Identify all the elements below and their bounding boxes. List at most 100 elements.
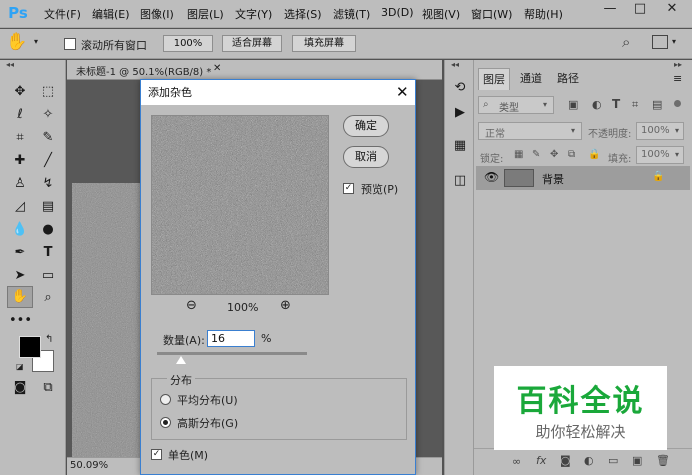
minimize-button[interactable]: — xyxy=(596,0,624,20)
visibility-eye-icon[interactable]: 👁 xyxy=(484,170,499,184)
lock-all-icon[interactable]: 🔒 xyxy=(588,149,600,160)
fit-screen-button[interactable]: 适合屏幕 xyxy=(222,35,282,52)
zoom-in-icon[interactable]: ⊕ xyxy=(280,298,291,313)
layer-row[interactable]: 👁 背景 🔒 xyxy=(476,166,690,190)
properties-panel-icon[interactable]: ▦ xyxy=(449,136,471,156)
layer-style-fx-icon[interactable]: fx xyxy=(536,454,546,467)
eraser-tool-icon[interactable]: ◿ xyxy=(9,197,31,217)
close-document-icon[interactable]: ✕ xyxy=(213,63,221,74)
default-colors-icon[interactable]: ◪ xyxy=(16,362,24,371)
panel-menu-icon[interactable]: ≡ xyxy=(673,72,682,85)
gaussian-radio[interactable] xyxy=(160,417,171,428)
clone-stamp-tool-icon[interactable]: ♙ xyxy=(9,174,31,194)
quick-mask-icon[interactable]: ◙ xyxy=(9,378,31,398)
new-layer-icon[interactable]: ▣ xyxy=(632,454,642,467)
maximize-button[interactable]: □ xyxy=(626,0,654,20)
menu-layer[interactable]: 图层(L) xyxy=(187,6,224,22)
filter-smart-object-icon[interactable]: ▤ xyxy=(652,98,662,111)
lock-artboard-icon[interactable]: ⧉ xyxy=(568,149,575,160)
pen-tool-icon[interactable]: ✒ xyxy=(9,243,31,263)
hand-tool-icon[interactable]: ✋ xyxy=(6,32,27,52)
tab-layers[interactable]: 图层 xyxy=(478,68,510,90)
amount-slider-track[interactable] xyxy=(157,352,307,355)
status-zoom[interactable]: 50.09% xyxy=(70,460,108,471)
adjustments-panel-icon[interactable]: ◫ xyxy=(449,171,471,191)
path-selection-tool-icon[interactable]: ➤ xyxy=(9,266,31,286)
blur-tool-icon[interactable]: 💧 xyxy=(9,220,31,240)
rectangle-tool-icon[interactable]: ▭ xyxy=(37,266,59,286)
noise-preview[interactable] xyxy=(151,115,329,295)
opacity-input[interactable]: 100% ▾ xyxy=(636,122,684,140)
move-tool-icon[interactable]: ✥ xyxy=(9,82,31,102)
collapse-tools-icon[interactable]: ◂◂ xyxy=(6,60,14,69)
zoom-100-button[interactable]: 100% xyxy=(163,35,213,52)
close-window-button[interactable]: ✕ xyxy=(658,0,686,20)
document-canvas[interactable] xyxy=(72,183,142,457)
menu-edit[interactable]: 编辑(E) xyxy=(92,6,130,22)
filter-adjustment-icon[interactable]: ◐ xyxy=(592,98,602,111)
layer-kind-filter[interactable]: ⌕ 类型 ▾ xyxy=(478,96,554,114)
menu-filter[interactable]: 滤镜(T) xyxy=(333,6,370,22)
menu-view[interactable]: 视图(V) xyxy=(422,6,460,22)
lasso-tool-icon[interactable]: ℓ xyxy=(9,105,31,125)
menu-type[interactable]: 文字(Y) xyxy=(235,6,272,22)
brush-tool-icon[interactable]: ╱ xyxy=(37,151,59,171)
link-layers-icon[interactable]: ∞ xyxy=(512,455,521,468)
screen-mode-icon[interactable]: ⧉ xyxy=(37,378,59,398)
lock-position-icon[interactable]: ✥ xyxy=(550,149,558,160)
magic-wand-tool-icon[interactable]: ✧ xyxy=(37,105,59,125)
fill-input[interactable]: 100% ▾ xyxy=(636,146,684,164)
more-tools-icon[interactable]: ••• xyxy=(9,311,32,331)
lock-transparent-icon[interactable]: ▦ xyxy=(514,149,523,160)
amount-slider-thumb[interactable] xyxy=(176,356,186,364)
blend-mode-select[interactable]: 正常 ▾ xyxy=(478,122,582,140)
lock-pixels-icon[interactable]: ✎ xyxy=(532,149,540,160)
tool-preset-dropdown-icon[interactable]: ▾ xyxy=(34,37,38,46)
delete-layer-icon[interactable]: 🗑 xyxy=(656,454,670,467)
gradient-tool-icon[interactable]: ▤ xyxy=(37,197,59,217)
filter-shape-icon[interactable]: ⌗ xyxy=(632,98,638,112)
workspace-icon[interactable] xyxy=(652,35,668,49)
zoom-out-icon[interactable]: ⊖ xyxy=(186,298,197,313)
menu-image[interactable]: 图像(I) xyxy=(140,6,174,22)
search-icon[interactable]: ⌕ xyxy=(622,33,630,51)
history-brush-tool-icon[interactable]: ↯ xyxy=(37,174,59,194)
swap-colors-icon[interactable]: ↰ xyxy=(45,334,53,345)
ok-button[interactable]: 确定 xyxy=(343,115,389,137)
type-tool-icon[interactable]: T xyxy=(37,243,59,263)
dodge-tool-icon[interactable]: ● xyxy=(37,220,59,240)
actions-panel-icon[interactable]: ▶ xyxy=(449,103,471,123)
add-mask-icon[interactable]: ◙ xyxy=(560,454,571,467)
collapse-panels-icon[interactable]: ◂◂ xyxy=(451,60,459,69)
preview-checkbox[interactable]: ✓ xyxy=(343,183,354,194)
uniform-radio[interactable] xyxy=(160,394,171,405)
menu-window[interactable]: 窗口(W) xyxy=(471,6,512,22)
workspace-dropdown-icon[interactable]: ▾ xyxy=(672,37,676,46)
monochromatic-checkbox[interactable]: ✓ xyxy=(151,449,162,460)
fill-screen-button[interactable]: 填充屏幕 xyxy=(292,35,356,52)
scroll-all-checkbox[interactable] xyxy=(64,38,76,50)
menu-select[interactable]: 选择(S) xyxy=(284,6,322,22)
collapse-right-panel-icon[interactable]: ▸▸ xyxy=(674,60,682,69)
history-panel-icon[interactable]: ⟲ xyxy=(449,78,471,98)
document-tab[interactable]: 未标题-1 @ 50.1%(RGB/8) * ✕ xyxy=(67,60,442,80)
menu-file[interactable]: 文件(F) xyxy=(44,6,81,22)
adjustment-layer-icon[interactable]: ◐ xyxy=(584,454,594,467)
filter-pixel-icon[interactable]: ▣ xyxy=(568,98,578,111)
zoom-tool-icon[interactable]: ⌕ xyxy=(37,288,59,308)
filter-type-icon[interactable]: T xyxy=(612,97,620,111)
cancel-button[interactable]: 取消 xyxy=(343,146,389,168)
marquee-tool-icon[interactable]: ⬚ xyxy=(37,82,59,102)
tab-paths[interactable]: 路径 xyxy=(552,68,584,90)
tab-channels[interactable]: 通道 xyxy=(514,68,548,90)
foreground-color-swatch-top[interactable] xyxy=(19,336,41,358)
hand-tool-button-icon[interactable]: ✋ xyxy=(7,286,33,308)
menu-3d[interactable]: 3D(D) xyxy=(381,6,414,19)
menu-help[interactable]: 帮助(H) xyxy=(524,6,563,22)
filter-toggle-icon[interactable] xyxy=(674,100,681,107)
new-group-icon[interactable]: ▭ xyxy=(608,454,618,467)
healing-brush-tool-icon[interactable]: ✚ xyxy=(9,151,31,171)
close-dialog-icon[interactable]: ✕ xyxy=(396,83,409,101)
amount-input[interactable]: 16 xyxy=(207,330,255,347)
eyedropper-tool-icon[interactable]: ✎ xyxy=(37,128,59,148)
